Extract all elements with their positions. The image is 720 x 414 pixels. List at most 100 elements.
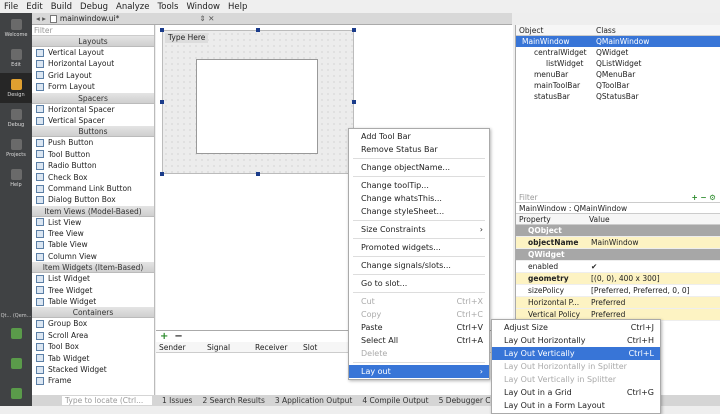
menu-window[interactable]: Window (186, 2, 220, 12)
widget-item[interactable]: Command Link Button (32, 183, 154, 194)
widget-item[interactable]: Vertical Spacer (32, 115, 154, 126)
object-row[interactable]: MainWindow QMainWindow (516, 36, 720, 47)
widget-item[interactable]: Tab Widget (32, 353, 154, 364)
widget-item[interactable]: Scroll Area (32, 330, 154, 341)
resize-handle[interactable] (256, 172, 260, 176)
object-row[interactable]: centralWidget QWidget (516, 47, 720, 58)
widget-item[interactable]: Check Box (32, 172, 154, 183)
menu-item[interactable]: Lay Out Horizontally in Splitter (492, 360, 660, 373)
kit-selector[interactable]: Qt... (Qem... (0, 313, 32, 319)
widget-item[interactable]: Stacked Widget (32, 364, 154, 375)
menu-item[interactable]: Cut Ctrl+X (349, 295, 489, 308)
output-pane-tab[interactable]: 4 Compile Output (362, 396, 428, 405)
menu-item[interactable]: Lay Out Vertically Ctrl+L (492, 347, 660, 360)
menu-item[interactable]: Lay Out Horizontally Ctrl+H (492, 334, 660, 347)
widget-category[interactable]: Item Views (Model-Based) (32, 205, 154, 217)
object-row[interactable]: listWidget QListWidget (516, 58, 720, 69)
run-button[interactable] (0, 319, 32, 349)
property-group[interactable]: QWidget (516, 249, 720, 261)
locate-input[interactable]: Type to locate (Ctrl... (62, 396, 152, 405)
nav-arrows-icon[interactable]: ◂ ▸ (36, 14, 46, 23)
build-button[interactable] (0, 379, 32, 409)
menu-item[interactable]: Adjust Size Ctrl+J (492, 321, 660, 334)
output-pane-tab[interactable]: 3 Application Output (275, 396, 353, 405)
widget-item[interactable]: Column View (32, 251, 154, 262)
property-group[interactable]: QObject (516, 225, 720, 237)
widget-category[interactable]: Spacers (32, 92, 154, 104)
mode-debug[interactable]: Debug (0, 103, 32, 133)
menu-item[interactable]: Change objectName... (349, 161, 489, 174)
resize-handle[interactable] (352, 28, 356, 32)
output-pane-tab[interactable]: 2 Search Results (202, 396, 264, 405)
property-toolbar-icons[interactable]: + − ⚙ (691, 192, 720, 202)
menu-item[interactable]: Lay out › (349, 365, 489, 378)
menu-build[interactable]: Build (51, 2, 72, 12)
widget-item[interactable]: Table Widget (32, 296, 154, 307)
list-widget[interactable] (196, 59, 318, 154)
editor-tab[interactable]: mainwindow.ui* (60, 14, 119, 23)
resize-handle[interactable] (256, 28, 260, 32)
menu-analyze[interactable]: Analyze (116, 2, 150, 12)
object-row[interactable]: statusBar QStatusBar (516, 91, 720, 102)
close-icon[interactable]: ⇕ ✕ (199, 14, 214, 23)
resize-handle[interactable] (160, 172, 164, 176)
debug-run-button[interactable] (0, 349, 32, 379)
widget-category[interactable]: Layouts (32, 36, 154, 47)
widget-item[interactable]: Tool Button (32, 149, 154, 160)
menu-item[interactable]: Delete (349, 347, 489, 360)
menu-item[interactable]: Lay Out Vertically in Splitter (492, 373, 660, 386)
resize-handle[interactable] (160, 100, 164, 104)
widget-item[interactable]: Tool Box (32, 341, 154, 352)
menu-item[interactable]: Paste Ctrl+V (349, 321, 489, 334)
mode-edit[interactable]: Edit (0, 43, 32, 73)
widget-item[interactable]: Grid Layout (32, 70, 154, 81)
menu-file[interactable]: File (4, 2, 18, 12)
mode-projects[interactable]: Projects (0, 133, 32, 163)
menu-item[interactable]: Change styleSheet... (349, 205, 489, 218)
object-row[interactable]: menuBar QMenuBar (516, 69, 720, 80)
menu-item[interactable]: Change signals/slots... (349, 259, 489, 272)
property-row[interactable]: objectName MainWindow (516, 237, 720, 249)
mode-welcome[interactable]: Welcome (0, 13, 32, 43)
mode-design[interactable]: Design (0, 73, 32, 103)
menu-item[interactable]: Select All Ctrl+A (349, 334, 489, 347)
widget-item[interactable]: Frame (32, 375, 154, 386)
menu-help[interactable]: Help (228, 2, 247, 12)
widget-category[interactable]: Buttons (32, 126, 154, 138)
property-filter-input[interactable]: Filter (516, 192, 538, 202)
menu-item[interactable]: Add Tool Bar (349, 130, 489, 143)
resize-handle[interactable] (352, 100, 356, 104)
widget-item[interactable]: Horizontal Layout (32, 58, 154, 69)
property-row[interactable]: sizePolicy [Preferred, Preferred, 0, 0] (516, 285, 720, 297)
widget-item[interactable]: Table View (32, 239, 154, 250)
menu-item[interactable]: Remove Status Bar (349, 143, 489, 156)
menu-debug[interactable]: Debug (80, 2, 108, 12)
widget-item[interactable]: Push Button (32, 137, 154, 148)
output-pane-tab[interactable]: 1 Issues (162, 396, 192, 405)
mode-help[interactable]: Help (0, 163, 32, 193)
resize-handle[interactable] (160, 28, 164, 32)
widget-item[interactable]: Tree View (32, 228, 154, 239)
add-icon[interactable]: + (160, 331, 168, 342)
menu-edit[interactable]: Edit (26, 2, 42, 12)
menu-item[interactable]: Go to slot... (349, 277, 489, 290)
property-row[interactable]: geometry [(0, 0), 400 x 300] (516, 273, 720, 285)
widget-category[interactable]: Containers (32, 307, 154, 319)
widget-item[interactable]: List View (32, 217, 154, 228)
menu-item[interactable]: Copy Ctrl+C (349, 308, 489, 321)
menu-item[interactable]: Change whatsThis... (349, 192, 489, 205)
widget-category[interactable]: Item Widgets (Item-Based) (32, 262, 154, 274)
widget-item[interactable]: Tree Widget (32, 285, 154, 296)
widget-filter-input[interactable]: Filter (32, 25, 154, 36)
widget-item[interactable]: Vertical Layout (32, 47, 154, 58)
widget-item[interactable]: Radio Button (32, 160, 154, 171)
menu-type-here[interactable]: Type Here (165, 33, 209, 43)
menu-item[interactable]: Size Constraints › (349, 223, 489, 236)
menu-item[interactable]: Promoted widgets... (349, 241, 489, 254)
widget-item[interactable]: Group Box (32, 318, 154, 329)
object-row[interactable]: mainToolBar QToolBar (516, 80, 720, 91)
menu-item[interactable]: Lay Out in a Grid Ctrl+G (492, 386, 660, 399)
widget-item[interactable]: List Widget (32, 273, 154, 284)
property-row[interactable]: Horizontal P... Preferred (516, 297, 720, 309)
property-row[interactable]: enabled ✔ (516, 261, 720, 273)
